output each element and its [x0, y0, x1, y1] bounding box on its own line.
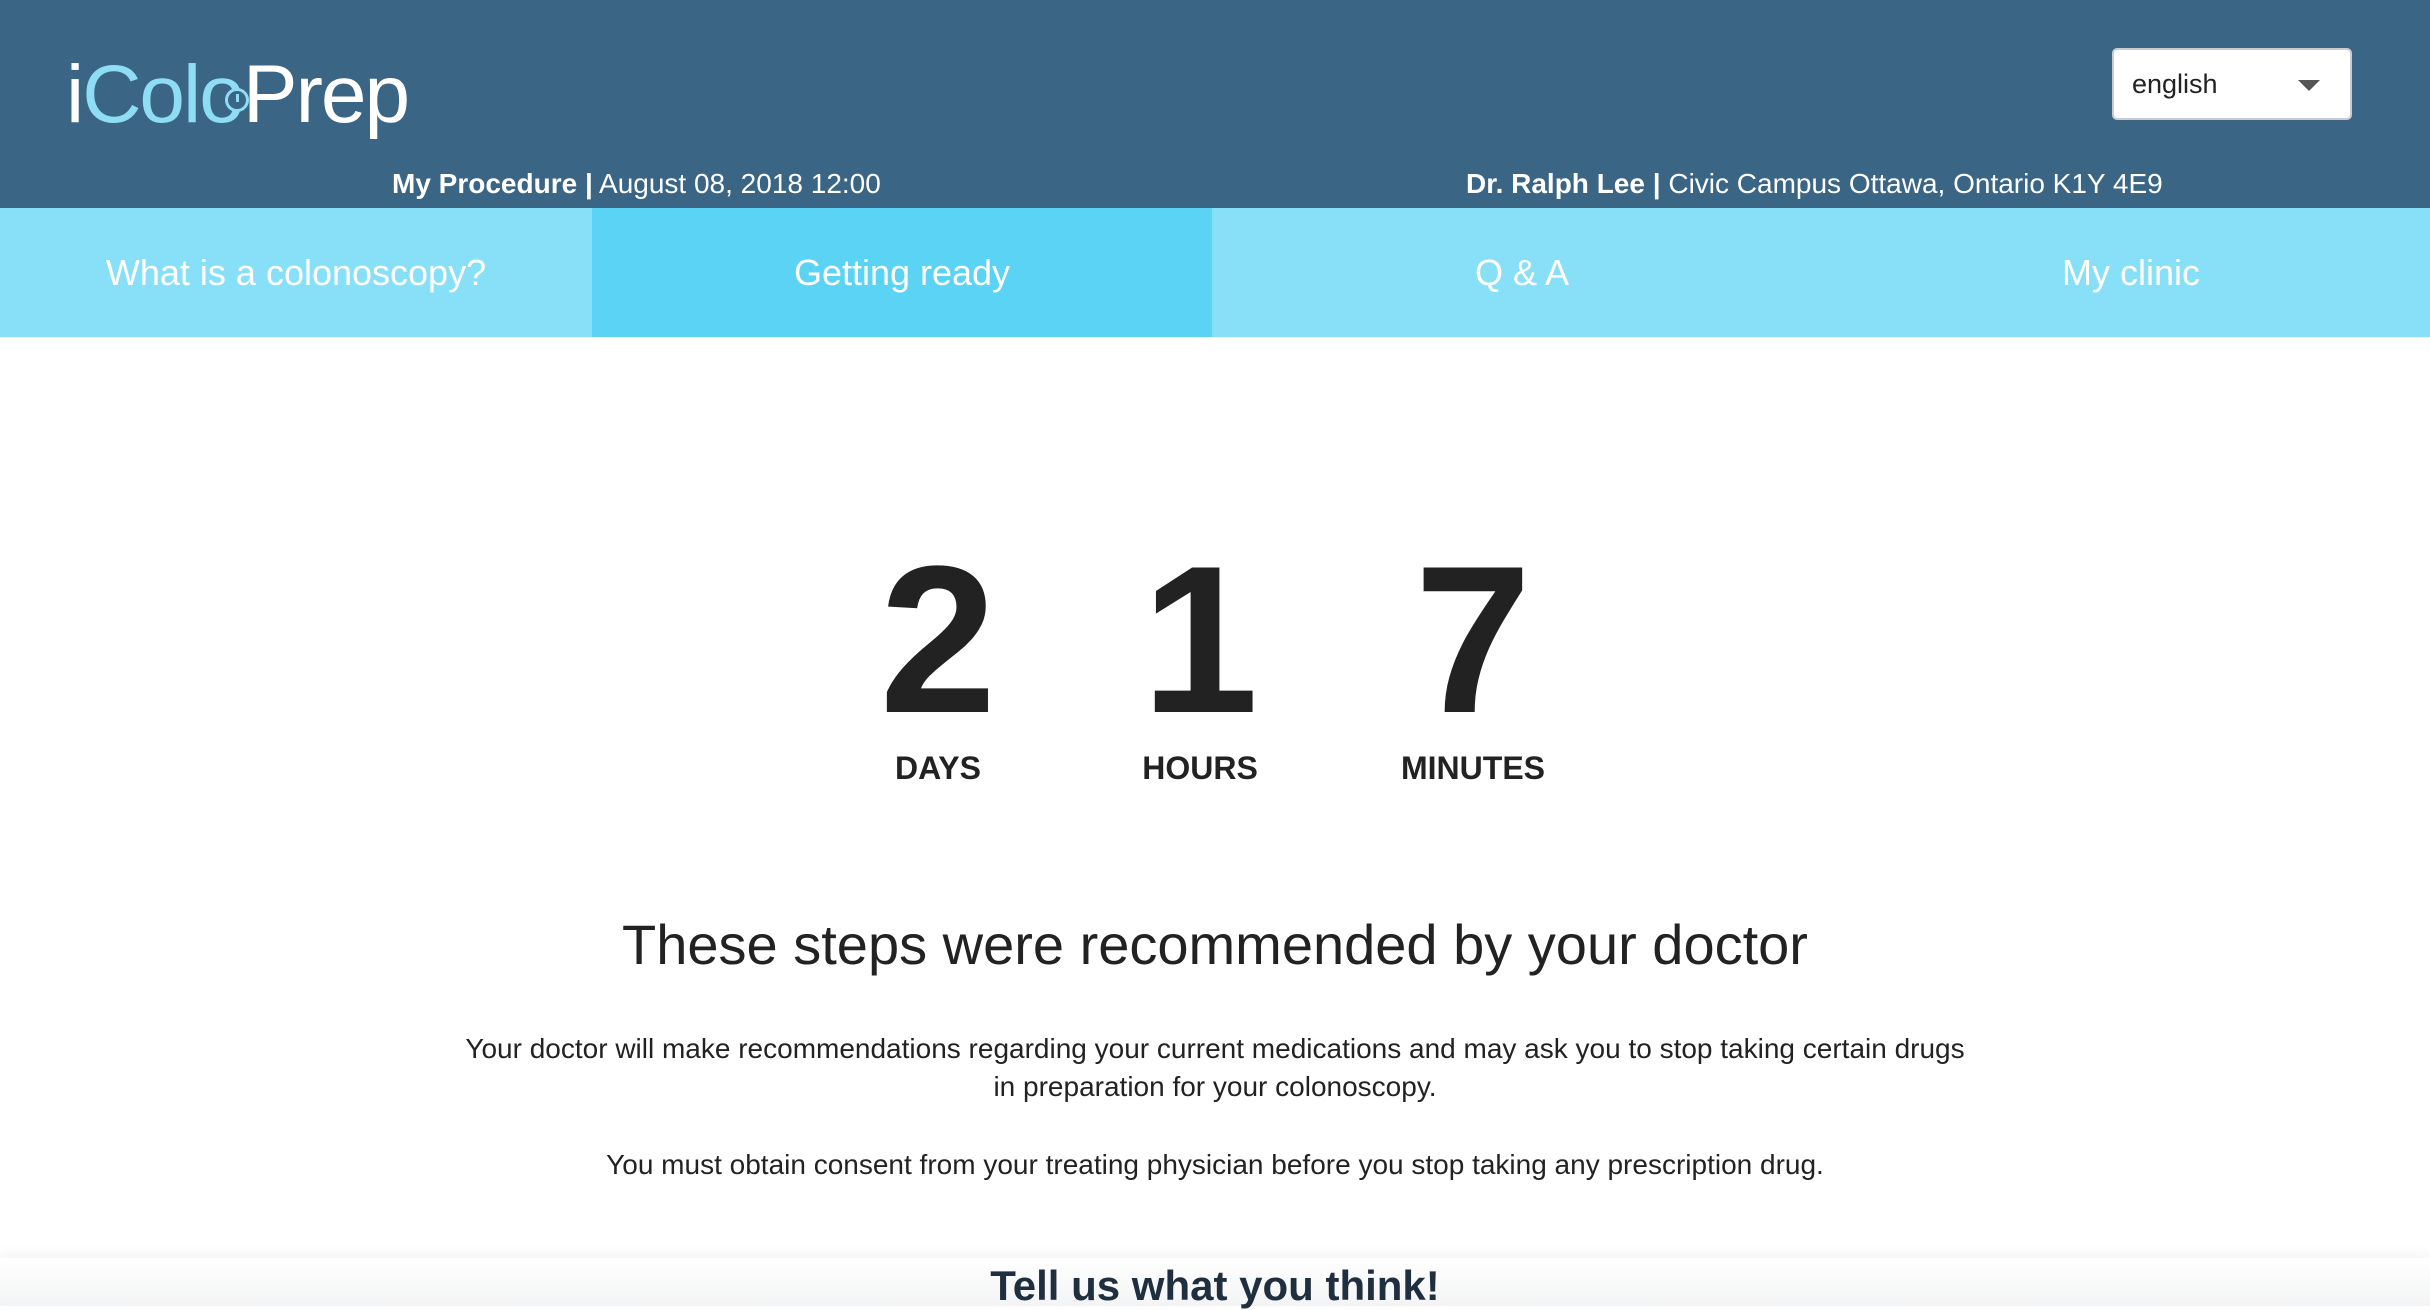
doctor-name: Dr. Ralph Lee | [1466, 168, 1661, 199]
countdown-minutes-label: MINUTES [1401, 750, 1545, 786]
logo[interactable]: i Colo Prep [66, 36, 410, 140]
countdown-days-value: 2 [879, 522, 997, 757]
header: i Colo Prep english My Procedure | Augus… [0, 0, 2430, 208]
caret-down-icon [2298, 80, 2320, 91]
countdown-minutes: 7 MINUTES [1343, 522, 1603, 788]
countdown-days: 2 DAYS [808, 522, 1068, 788]
logo-colo: Colo [82, 54, 249, 136]
procedure-label: My Procedure | [392, 168, 593, 199]
medications-paragraph: Your doctor will make recommendations re… [465, 1033, 1965, 1102]
countdown: 2 DAYS 1 HOURS 7 MINUTES [0, 535, 2430, 787]
doctor-location: Civic Campus Ottawa, Ontario K1Y 4E9 [1660, 168, 2163, 199]
tab-q-and-a[interactable]: Q & A [1212, 208, 1832, 337]
consent-paragraph: You must obtain consent from your treati… [606, 1149, 1824, 1180]
language-selected-value: english [2132, 68, 2218, 99]
doctor-info: Dr. Ralph Lee | Civic Campus Ottawa, Ont… [1466, 168, 2163, 208]
tab-getting-ready[interactable]: Getting ready [592, 208, 1212, 337]
tab-my-clinic[interactable]: My clinic [1832, 208, 2430, 337]
main-nav: What is a colonoscopy? Getting ready Q &… [0, 208, 2430, 337]
logo-i: i [66, 49, 84, 140]
steps-heading: These steps were recommended by your doc… [622, 913, 1808, 976]
language-select[interactable]: english [2112, 48, 2352, 120]
logo-prep: Prep [242, 49, 410, 140]
procedure-info: My Procedure | August 08, 2018 12:00 [392, 168, 881, 208]
tab-what-is-a-colonoscopy[interactable]: What is a colonoscopy? [0, 208, 592, 337]
countdown-minutes-value: 7 [1414, 522, 1532, 757]
feedback-title[interactable]: Tell us what you think! [0, 1262, 2430, 1310]
countdown-hours: 1 HOURS [1070, 522, 1330, 788]
procedure-datetime: August 08, 2018 12:00 [592, 168, 881, 199]
countdown-hours-value: 1 [1141, 522, 1259, 757]
logo-colo-text: Colo [82, 49, 245, 140]
countdown-hours-label: HOURS [1142, 750, 1258, 786]
countdown-days-label: DAYS [895, 750, 981, 786]
clock-icon [224, 88, 249, 112]
